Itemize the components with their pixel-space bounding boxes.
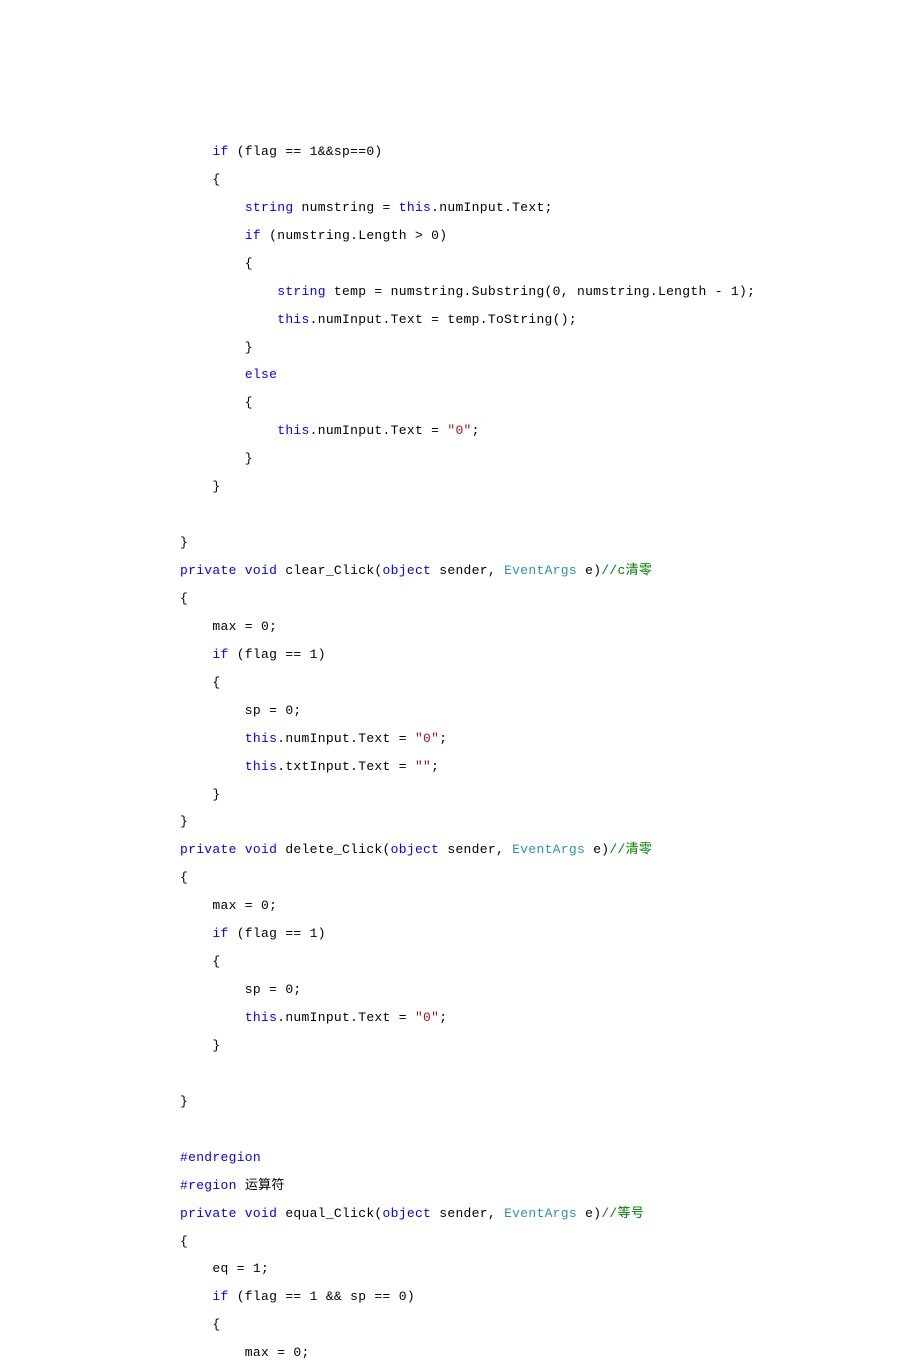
code-line: private void delete_Click(object sender,… — [180, 842, 652, 857]
code-line: max = 0; — [180, 898, 277, 913]
code-line: this.numInput.Text = "0"; — [180, 423, 480, 438]
code-line: if (numstring.Length > 0) — [180, 228, 447, 243]
code-line: max = 0; — [180, 619, 277, 634]
code-line: string temp = numstring.Substring(0, num… — [180, 284, 755, 299]
code-line: #region 运算符 — [180, 1178, 285, 1193]
code-line: this.numInput.Text = "0"; — [180, 1010, 447, 1025]
code-line: if (flag == 1 && sp == 0) — [180, 1289, 415, 1304]
code-line: { — [180, 256, 253, 271]
code-line: { — [180, 675, 221, 690]
code-block: if (flag == 1&&sp==0) { string numstring… — [0, 110, 920, 1367]
code-line: } — [180, 1094, 188, 1109]
code-line: { — [180, 954, 221, 969]
code-line: } — [180, 1038, 221, 1053]
code-line: this.numInput.Text = "0"; — [180, 731, 447, 746]
code-line: { — [180, 1234, 188, 1249]
code-line: if (flag == 1) — [180, 926, 326, 941]
code-line: this.txtInput.Text = ""; — [180, 759, 439, 774]
code-line: { — [180, 591, 188, 606]
code-line: this.numInput.Text = temp.ToString(); — [180, 312, 577, 327]
code-line: } — [180, 535, 188, 550]
code-line: private void equal_Click(object sender, … — [180, 1206, 644, 1221]
code-line: } — [180, 787, 221, 802]
code-line: } — [180, 479, 221, 494]
code-line: } — [180, 451, 253, 466]
code-line: if (flag == 1) — [180, 647, 326, 662]
code-line: { — [180, 172, 221, 187]
code-line: { — [180, 1317, 221, 1332]
code-line: max = 0; — [180, 1345, 310, 1360]
code-line: eq = 1; — [180, 1261, 269, 1276]
code-line: string numstring = this.numInput.Text; — [180, 200, 553, 215]
code-line: else — [180, 367, 277, 382]
code-line: sp = 0; — [180, 982, 302, 997]
code-line: } — [180, 340, 253, 355]
code-line: } — [180, 814, 188, 829]
code-line: if (flag == 1&&sp==0) — [180, 144, 383, 159]
code-line: private void clear_Click(object sender, … — [180, 563, 652, 578]
code-line: { — [180, 395, 253, 410]
code-line: { — [180, 870, 188, 885]
code-line: #endregion — [180, 1150, 261, 1165]
code-line: sp = 0; — [180, 703, 302, 718]
